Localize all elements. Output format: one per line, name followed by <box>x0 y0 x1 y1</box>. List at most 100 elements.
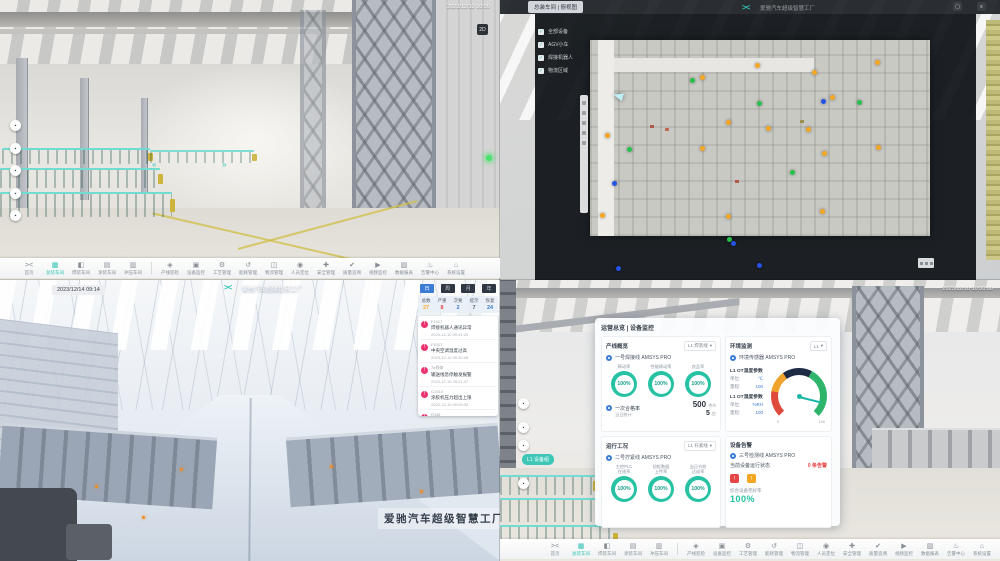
map-dot-orange[interactable] <box>822 151 827 156</box>
map-dot-orange[interactable] <box>700 75 705 80</box>
map-dot-blue[interactable] <box>821 99 826 104</box>
map-dot-green[interactable] <box>757 101 762 106</box>
map-dot-blue[interactable] <box>757 263 762 268</box>
layer-toggle[interactable]: ✓全部设备 <box>538 28 598 35</box>
layer-toggle[interactable]: ✓AGV小车 <box>538 41 598 48</box>
toolbar-item[interactable]: ▦总装车间 <box>568 543 594 556</box>
floor-selector-toolbar[interactable] <box>580 95 588 213</box>
monitoring-dashboard: 运营总览 | 设备监控 产线概览 L1 焊装线 ▾ 一号焊接线 AMSYS PR… <box>595 318 840 526</box>
toolbar-item[interactable]: ▦总装车间 <box>42 262 68 275</box>
toolbar-item[interactable]: ▣设备监控 <box>709 543 735 556</box>
toolbar-item[interactable]: ♨告警中心 <box>417 262 443 275</box>
poi-marker[interactable]: ▪ <box>10 143 21 154</box>
toolbar-item[interactable]: ><首页 <box>542 543 568 556</box>
map-dot-orange[interactable] <box>700 146 705 151</box>
toolbar-item[interactable]: ⌂系统设置 <box>443 262 469 275</box>
map-dot-blue[interactable] <box>731 241 736 246</box>
alarm-list-item[interactable]: !RJ45拧紧枪扭矩超差2023-12-10 08:58:12 <box>420 410 496 416</box>
toolbar-icon: ✔ <box>349 262 355 269</box>
env-select-dropdown[interactable]: L1 ▾ <box>810 341 827 351</box>
device-group-tag[interactable]: L1 设备组 <box>522 454 554 465</box>
toolbar-item[interactable]: ✔质量追溯 <box>339 262 365 275</box>
toolbar-item[interactable]: ▶视频监控 <box>891 543 917 556</box>
map-dot-green[interactable] <box>627 147 632 152</box>
map-dot-green[interactable] <box>857 100 862 105</box>
alarm-tab[interactable]: 日 <box>420 284 434 293</box>
poi-marker[interactable]: ▪ <box>518 398 529 409</box>
layer-toggle[interactable]: ✓物流区域 <box>538 67 598 74</box>
toolbar-item[interactable]: ▧数据报表 <box>391 262 417 275</box>
alarm-tab[interactable]: 周 <box>441 284 455 293</box>
conveyor-direction-arrow[interactable]: » <box>222 160 226 169</box>
map-dot-orange[interactable] <box>876 145 881 150</box>
line-select-dropdown[interactable]: L1 焊装线 ▾ <box>684 341 716 351</box>
alarm-yellow-chip[interactable]: ! <box>747 474 756 483</box>
status-select-dropdown[interactable]: L1 拧紧线 ▾ <box>684 441 716 451</box>
poi-marker[interactable]: ▪ <box>518 422 529 433</box>
poi-marker[interactable]: ▪ <box>10 165 21 176</box>
alarm-icon: ! <box>421 414 428 416</box>
toolbar-item[interactable]: ⌂系统设置 <box>969 543 995 556</box>
toolbar-item[interactable]: ◧焊装车间 <box>68 262 94 275</box>
toolbar-item[interactable]: ▣设备监控 <box>183 262 209 275</box>
map-dot-orange[interactable] <box>806 127 811 132</box>
map-dot-orange[interactable] <box>726 214 731 219</box>
alarm-tab[interactable]: 年 <box>482 284 496 293</box>
map-dot-green[interactable] <box>790 170 795 175</box>
toolbar-item-label: 质量追溯 <box>343 270 361 275</box>
toolbar-item[interactable]: ◧焊装车间 <box>594 543 620 556</box>
toolbar-item[interactable]: ◉人员定位 <box>813 543 839 556</box>
toolbar-item[interactable]: ↺能耗管理 <box>235 262 261 275</box>
map-dot-green[interactable] <box>690 78 695 83</box>
alarm-text: C1014涂胶机压力超出上限2023-12-10 09:05:33 <box>431 389 472 407</box>
toolbar-item[interactable]: ◈产线巡检 <box>157 262 183 275</box>
map-dot-orange[interactable] <box>726 120 731 125</box>
menu-icon[interactable]: ≡ <box>977 2 986 11</box>
conveyor-direction-arrow[interactable]: « <box>152 160 156 169</box>
toolbar-item[interactable]: ⚙工艺管理 <box>209 262 235 275</box>
toolbar-item[interactable]: ◈产线巡检 <box>683 543 709 556</box>
fullscreen-icon[interactable]: ▢ <box>953 2 962 11</box>
map-dot-orange[interactable] <box>820 209 825 214</box>
map-dot-orange[interactable] <box>812 70 817 75</box>
toolbar-item[interactable]: ▤涂装车间 <box>620 543 646 556</box>
map-dot-orange[interactable] <box>875 60 880 65</box>
alarm-list-item[interactable]: !C1014涂胶机压力超出上限2023-12-10 09:05:33 <box>420 387 496 410</box>
alarm-tab[interactable]: 月 <box>461 284 475 293</box>
poi-marker[interactable]: ▪ <box>518 440 529 451</box>
alarm-list-item[interactable]: !7#线体输送线急停触发报警2023-12-10 09:21:47 <box>420 363 496 387</box>
toolbar-item[interactable]: ▧数据报表 <box>917 543 943 556</box>
toolbar-item[interactable]: ▥冲压车间 <box>646 543 672 556</box>
alarm-list-item[interactable]: !F1017中央空调温度过高2023-12-10 09:32:08 <box>420 340 496 363</box>
toolbar-item[interactable]: ▶视频监控 <box>365 262 391 275</box>
poi-marker[interactable]: ▪ <box>518 478 529 489</box>
toolbar-item[interactable]: ◫物流管理 <box>261 262 287 275</box>
map-zoom-control[interactable] <box>918 258 934 268</box>
toolbar-item[interactable]: ✔质量追溯 <box>865 543 891 556</box>
toolbar-item[interactable]: ><首页 <box>16 262 42 275</box>
toolbar-item[interactable]: ⚙工艺管理 <box>735 543 761 556</box>
toolbar-item[interactable]: ▤涂装车间 <box>94 262 120 275</box>
toolbar-item[interactable]: ◉人员定位 <box>287 262 313 275</box>
poi-marker[interactable]: ▪ <box>10 210 21 221</box>
map-dot-orange[interactable] <box>755 63 760 68</box>
map-dot-blue[interactable] <box>616 266 621 271</box>
map-dot-blue[interactable] <box>612 181 617 186</box>
map-dot-orange[interactable] <box>830 95 835 100</box>
toolbar-item[interactable]: ✚安全管理 <box>839 543 865 556</box>
toolbar-item[interactable]: ↺能耗管理 <box>761 543 787 556</box>
view-mode-button[interactable]: 2D <box>477 24 488 35</box>
poi-marker[interactable]: ▪ <box>10 120 21 131</box>
map-dot-orange[interactable] <box>766 126 771 131</box>
alarm-list-item[interactable]: !F1017焊接机器人通讯异常2023-12-10 09:41:25 <box>420 317 496 340</box>
toolbar-item[interactable]: ◫物流管理 <box>787 543 813 556</box>
toolbar-item[interactable]: ▥冲压车间 <box>120 262 146 275</box>
alarm-red-chip[interactable]: ! <box>730 474 739 483</box>
toolbar-item[interactable]: ♨告警中心 <box>943 543 969 556</box>
map-dot-orange[interactable] <box>605 133 610 138</box>
layer-toggle[interactable]: ✓焊接机器人 <box>538 54 598 61</box>
back-button[interactable]: 总装车间 | 俯视图 <box>528 1 583 13</box>
toolbar-item[interactable]: ✚安全管理 <box>313 262 339 275</box>
map-dot-orange[interactable] <box>600 213 605 218</box>
poi-marker[interactable]: ▪ <box>10 188 21 199</box>
